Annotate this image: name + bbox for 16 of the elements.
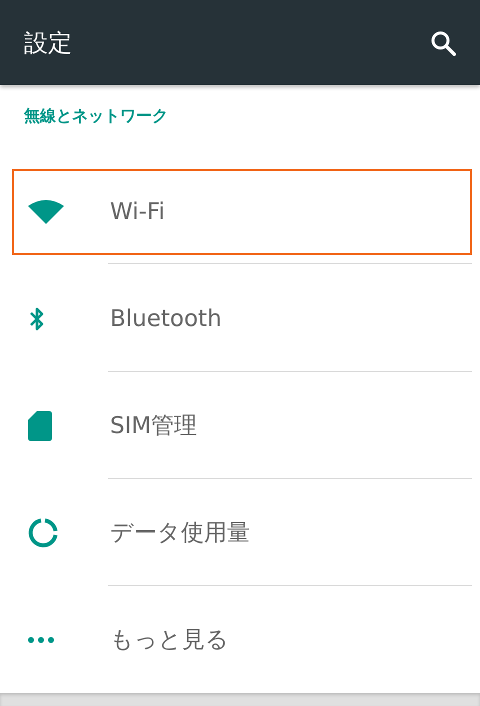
bluetooth-icon (28, 304, 46, 332)
settings-item[interactable]: もっと見る (12, 586, 472, 693)
more-icon (28, 636, 54, 642)
settings-item[interactable]: SIM管理 (12, 372, 472, 479)
data-usage-icon (28, 518, 58, 548)
section-header: 無線とネットワーク (24, 106, 168, 127)
item-label: もっと見る (110, 626, 229, 655)
sim-card-icon (28, 410, 52, 440)
settings-item[interactable]: Bluetooth (12, 265, 472, 372)
app-title: 設定 (24, 28, 72, 58)
item-label: SIM管理 (110, 412, 198, 441)
item-label: Bluetooth (110, 306, 222, 332)
settings-item[interactable]: データ使用量 (12, 479, 472, 586)
wifi-icon (28, 200, 64, 224)
item-label: Wi-Fi (110, 199, 165, 225)
item-label: データ使用量 (110, 519, 250, 548)
